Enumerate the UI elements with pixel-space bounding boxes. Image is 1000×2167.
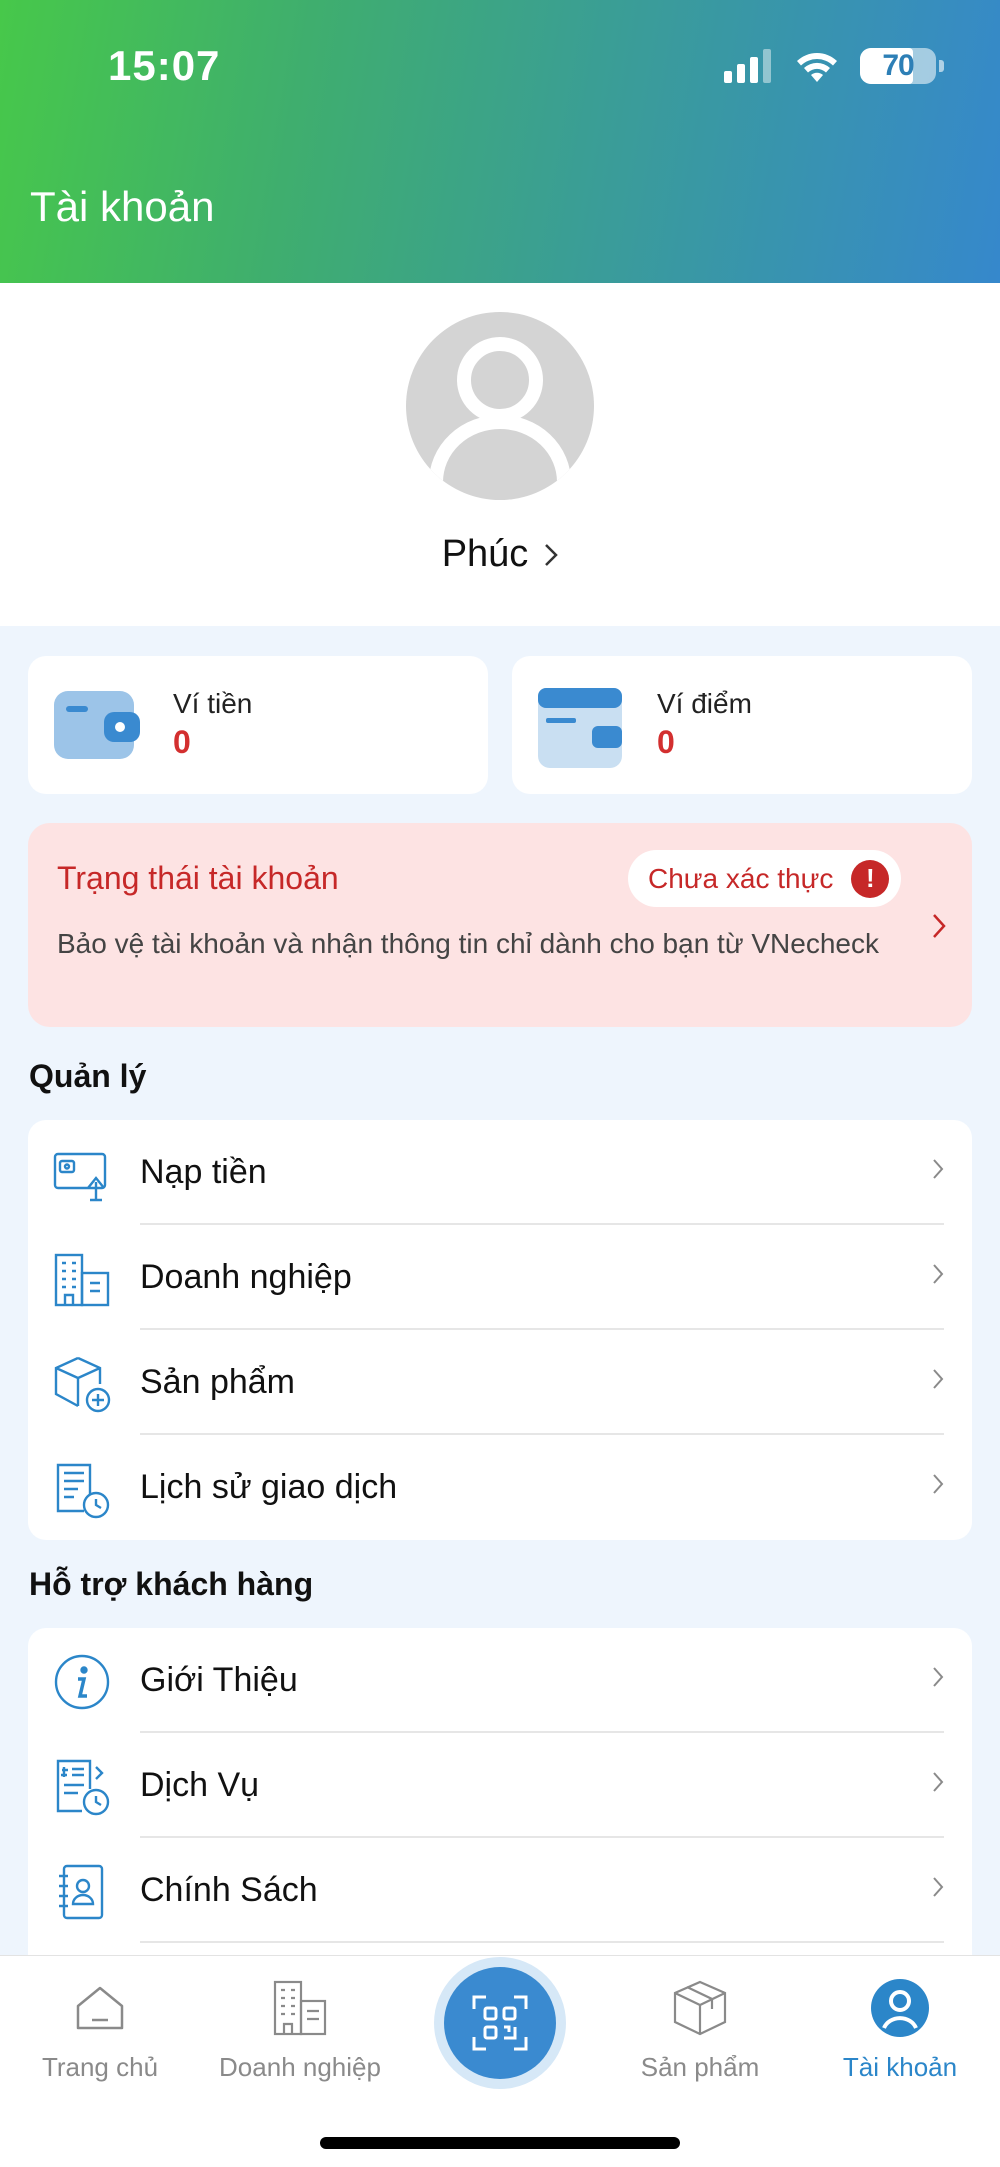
menu-item-about[interactable]: Giới Thiệu <box>28 1628 972 1733</box>
menu-item-label: Giới Thiệu <box>140 1661 298 1699</box>
avatar[interactable] <box>406 312 594 500</box>
money-wallet-card[interactable]: Ví tiền 0 <box>28 656 488 794</box>
box-icon <box>673 1980 727 2036</box>
status-badge-text: Chưa xác thực <box>648 862 834 894</box>
alert-icon: ! <box>851 859 890 898</box>
menu-item-deposit[interactable]: Nạp tiền <box>28 1120 972 1225</box>
qr-scan-button[interactable] <box>444 1967 556 2079</box>
menu-item-label: Doanh nghiệp <box>140 1258 352 1296</box>
bottom-tab-bar: Trang chủ Doanh nghiệp Sản phẩm Tài khoả… <box>0 1955 1000 2167</box>
chevron-right-icon <box>545 543 559 566</box>
menu-item-business[interactable]: Doanh nghiệp <box>28 1225 972 1330</box>
transaction-history-icon <box>56 1463 110 1519</box>
menu-item-label: Sản phẩm <box>140 1363 295 1401</box>
chevron-right-icon <box>933 1667 944 1687</box>
management-menu: Nạp tiền Doanh nghiệp Sản phẩm Lịch sử g <box>28 1120 972 1540</box>
chevron-right-icon <box>933 1264 944 1284</box>
menu-item-label: Nạp tiền <box>140 1153 267 1191</box>
home-indicator <box>320 2137 680 2149</box>
chevron-right-icon <box>933 1474 944 1494</box>
menu-item-label: Lịch sử giao dịch <box>140 1468 398 1506</box>
building-icon <box>54 1253 110 1307</box>
account-status-description: Bảo vệ tài khoản và nhận thông tin chỉ d… <box>57 928 879 959</box>
chevron-right-icon <box>933 1369 944 1389</box>
chevron-right-icon <box>933 1159 944 1179</box>
support-section-title: Hỗ trợ khách hàng <box>29 1566 314 1602</box>
chevron-right-icon <box>933 1772 944 1792</box>
tab-business[interactable]: Doanh nghiệp <box>200 1976 400 2083</box>
tab-label: Trang chủ <box>41 2052 159 2082</box>
menu-item-label: Dịch Vụ <box>140 1766 260 1804</box>
menu-item-services[interactable]: Dịch Vụ <box>28 1733 972 1838</box>
page-title: Tài khoản <box>30 183 215 230</box>
management-section-title: Quản lý <box>29 1058 147 1094</box>
header: 15:07 70 Tài khoản <box>0 0 1000 283</box>
menu-item-policy[interactable]: Chính Sách <box>28 1838 972 1943</box>
wallet-label: Ví điểm <box>657 688 752 719</box>
account-status-card[interactable]: Trạng thái tài khoản Chưa xác thực ! Bảo… <box>28 823 972 1027</box>
profile-name: Phúc <box>441 533 529 575</box>
status-time: 15:07 <box>108 42 221 89</box>
tab-label: Sản phẩm <box>640 2052 760 2082</box>
menu-item-products[interactable]: Sản phẩm <box>28 1330 972 1435</box>
qr-scan-icon <box>472 1995 528 2051</box>
service-icon <box>56 1759 110 1816</box>
battery-level: 70 <box>882 49 914 82</box>
wallet-icon <box>54 691 140 759</box>
support-menu: Giới Thiệu Dịch Vụ Chính Sách <box>28 1628 972 1958</box>
user-placeholder-icon <box>429 337 571 483</box>
signal-icon <box>724 49 771 83</box>
chevron-right-icon <box>933 1877 944 1897</box>
tab-account[interactable]: Tài khoản <box>800 1976 1000 2083</box>
profile-name-link[interactable]: Phúc <box>0 533 1000 576</box>
points-wallet-icon <box>538 688 622 768</box>
wallet-value: 0 <box>173 724 191 760</box>
wifi-icon <box>797 53 837 82</box>
chevron-right-icon <box>933 914 946 938</box>
info-icon <box>54 1654 110 1710</box>
wallet-value: 0 <box>657 724 675 760</box>
tab-label: Doanh nghiệp <box>219 2052 381 2082</box>
deposit-icon <box>53 1152 107 1202</box>
points-wallet-card[interactable]: Ví điểm 0 <box>512 656 972 794</box>
account-status-title: Trạng thái tài khoản <box>57 860 339 896</box>
home-icon <box>76 1986 124 2030</box>
account-icon <box>871 1979 929 2037</box>
profile-section: Phúc <box>0 283 1000 626</box>
verification-status-badge: Chưa xác thực ! <box>628 850 902 907</box>
status-icons: 70 <box>724 48 944 84</box>
tab-label: Tài khoản <box>842 2052 958 2082</box>
product-box-icon <box>54 1356 111 1413</box>
policy-icon <box>59 1864 104 1920</box>
tab-products[interactable]: Sản phẩm <box>600 1976 800 2083</box>
wallet-label: Ví tiền <box>173 688 253 719</box>
building-icon <box>273 1980 327 2036</box>
menu-item-transaction-history[interactable]: Lịch sử giao dịch <box>28 1435 972 1540</box>
tab-home[interactable]: Trang chủ <box>0 1976 200 2083</box>
menu-item-label: Chính Sách <box>140 1871 318 1909</box>
battery-icon: 70 <box>860 48 944 84</box>
